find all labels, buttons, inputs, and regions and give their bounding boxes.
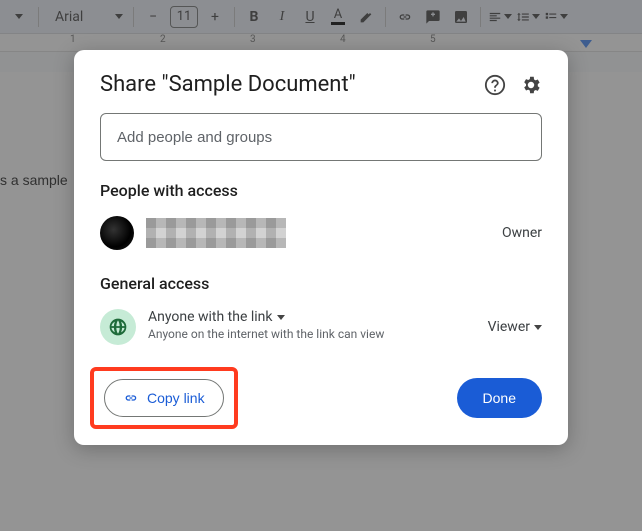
chevron-down-icon xyxy=(534,325,542,330)
avatar xyxy=(100,216,134,250)
owner-row: Owner xyxy=(100,212,542,254)
access-scope-label: Anyone with the link xyxy=(148,309,273,325)
copy-link-highlight: Copy link xyxy=(90,367,238,429)
share-dialog: Share "Sample Document" People with acce… xyxy=(74,50,568,445)
access-role-dropdown[interactable]: Viewer xyxy=(488,319,542,335)
add-people-input[interactable] xyxy=(100,113,542,161)
settings-button[interactable] xyxy=(520,74,542,96)
general-access-heading: General access xyxy=(100,274,542,293)
done-button[interactable]: Done xyxy=(457,378,542,418)
copy-link-button[interactable]: Copy link xyxy=(104,379,224,417)
public-access-badge xyxy=(100,309,136,345)
access-scope-dropdown[interactable]: Anyone with the link xyxy=(148,309,384,325)
help-button[interactable] xyxy=(484,74,506,96)
dialog-title: Share "Sample Document" xyxy=(100,72,356,97)
owner-role-label: Owner xyxy=(502,225,542,241)
access-description: Anyone on the internet with the link can… xyxy=(148,327,384,341)
people-with-access-heading: People with access xyxy=(100,181,542,200)
help-icon xyxy=(484,74,506,96)
access-role-label: Viewer xyxy=(488,319,530,335)
chevron-down-icon xyxy=(277,315,285,320)
link-icon xyxy=(123,390,139,406)
globe-icon xyxy=(108,317,128,337)
gear-icon xyxy=(520,74,542,96)
modal-overlay: Share "Sample Document" People with acce… xyxy=(0,0,642,531)
owner-name-redacted xyxy=(146,218,286,248)
copy-link-label: Copy link xyxy=(147,390,205,406)
